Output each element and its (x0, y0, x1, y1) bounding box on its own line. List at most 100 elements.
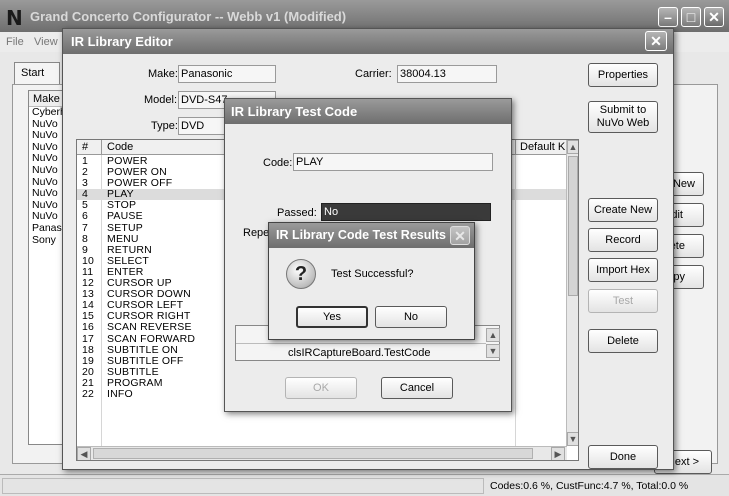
results-title: IR Library Code Test Results (276, 228, 446, 242)
scroll-down-button[interactable]: ▼ (567, 432, 578, 446)
no-button-label: No (403, 310, 419, 323)
hscroll-thumb[interactable] (93, 448, 533, 459)
maximize-button[interactable]: □ (681, 7, 701, 27)
import-hex-button-label: Import Hex (596, 263, 650, 276)
code-table-hscroll[interactable]: ◀ ▶ (77, 446, 567, 460)
status-pane-left (2, 478, 484, 494)
submit-button-line2: NuVo Web (596, 117, 650, 129)
editor-close-button[interactable]: ✕ (645, 31, 667, 51)
carrier-field[interactable]: 38004.13 (397, 65, 497, 83)
code-row-number: 16 (82, 321, 95, 334)
test-button-label: Test (612, 294, 634, 307)
code-row-number: 6 (82, 210, 89, 223)
main-window-title: Grand Concerto Configurator -- Webb v1 (… (30, 9, 347, 24)
make-label: Make: (148, 68, 178, 80)
code-row-number: 7 (82, 221, 89, 234)
scroll-thumb[interactable] (568, 156, 578, 296)
delete-button[interactable]: Delete (588, 329, 658, 353)
yes-button[interactable]: Yes (296, 306, 368, 328)
scroll-up-button[interactable]: ▲ (567, 140, 578, 154)
code-row-name: INFO (107, 387, 133, 400)
passed-field: No (321, 203, 491, 221)
question-glyph: ? (294, 263, 308, 285)
no-button[interactable]: No (375, 306, 447, 328)
tab-start-label: Start (21, 67, 45, 79)
code-row-name: SUBTITLE ON (107, 343, 179, 356)
scroll-down-icon: ▼ (488, 346, 498, 356)
listbox-scroll-up[interactable]: ▲ (486, 328, 500, 342)
question-icon: ? (286, 259, 316, 289)
scroll-left-icon: ◀ (80, 449, 88, 459)
tab-start[interactable]: Start (14, 62, 60, 84)
yes-button-label: Yes (323, 310, 341, 323)
make-header-label: Make (33, 93, 60, 105)
menu-view[interactable]: View (34, 36, 58, 48)
record-button-label: Record (605, 233, 641, 246)
close-icon: ✕ (454, 228, 466, 244)
make-field[interactable]: Panasonic (178, 65, 276, 83)
delete-button-label: Delete (607, 334, 639, 347)
code-field[interactable]: PLAY (293, 153, 493, 171)
code-row-name: SETUP (107, 221, 144, 234)
scroll-up-icon: ▲ (568, 142, 578, 152)
results-close-button[interactable]: ✕ (450, 226, 470, 245)
create-new-button-label: Create New (593, 203, 653, 216)
close-icon: ✕ (708, 9, 720, 25)
editor-title: IR Library Editor (71, 34, 173, 49)
ok-button-label: OK (313, 381, 329, 394)
results-message: Test Successful? (331, 268, 414, 280)
code-row-name: SCAN REVERSE (107, 321, 192, 334)
scroll-right-button[interactable]: ▶ (551, 447, 565, 460)
main-close-button[interactable]: ✕ (704, 7, 724, 27)
test-code-titlebar: IR Library Test Code (225, 99, 511, 124)
scroll-right-icon: ▶ (554, 449, 562, 459)
properties-button[interactable]: Properties (588, 63, 658, 87)
test-code-title: IR Library Test Code (231, 104, 358, 119)
type-label: Type: (151, 120, 178, 132)
minimize-button[interactable]: – (658, 7, 678, 27)
minimize-icon: – (664, 9, 672, 25)
test-button[interactable]: Test (588, 289, 658, 313)
maximize-icon: □ (686, 9, 696, 25)
menu-file[interactable]: File (6, 36, 24, 48)
passed-label: Passed: (277, 207, 317, 219)
cancel-button[interactable]: Cancel (381, 377, 453, 399)
code-row-name: MENU (107, 232, 139, 245)
code-row-name: PAUSE (107, 210, 143, 223)
code-table-vscroll[interactable]: ▲ ▼ (566, 140, 578, 446)
ok-button[interactable]: OK (285, 377, 357, 399)
editor-titlebar: IR Library Editor ✕ (63, 29, 673, 54)
status-bar: Codes:0.6 %, CustFunc:4.7 %, Total:0.0 % (0, 474, 729, 496)
close-icon: ✕ (650, 33, 662, 49)
test-results-dialog: IR Library Code Test Results ✕ ? Test Su… (268, 222, 475, 340)
done-button[interactable]: Done (588, 445, 658, 469)
col-default-header: Default K (520, 141, 566, 153)
cancel-button-label: Cancel (399, 381, 435, 394)
scroll-left-button[interactable]: ◀ (77, 447, 91, 460)
import-hex-button[interactable]: Import Hex (588, 258, 658, 282)
model-label: Model: (144, 94, 178, 106)
results-titlebar: IR Library Code Test Results ✕ (269, 223, 474, 248)
col-divider (101, 140, 102, 155)
code-label: Code: (263, 157, 293, 169)
properties-button-label: Properties (597, 68, 649, 81)
create-new-button[interactable]: Create New (588, 198, 658, 222)
scroll-down-icon: ▼ (568, 434, 578, 444)
status-text: Codes:0.6 %, CustFunc:4.7 %, Total:0.0 % (490, 480, 689, 492)
carrier-label: Carrier: (355, 68, 392, 80)
scroll-up-icon: ▲ (488, 330, 498, 340)
listbox-scroll-down[interactable]: ▼ (486, 344, 500, 358)
code-row-number: 18 (82, 343, 95, 356)
code-row-name: SCAN FORWARD (107, 332, 196, 345)
code-row-number: 8 (82, 232, 89, 245)
done-button-label: Done (609, 450, 637, 463)
submit-button-line1: Submit to (599, 104, 647, 116)
submit-nuvo-web-button[interactable]: Submit to NuVo Web (588, 101, 658, 133)
listbox-item[interactable]: clsIRCaptureBoard.TestCode (288, 347, 430, 359)
repeat-label: Repe (243, 227, 270, 239)
record-button[interactable]: Record (588, 228, 658, 252)
app-logo: N (6, 6, 23, 30)
col-divider (515, 140, 516, 155)
code-row-number: 17 (82, 332, 95, 345)
code-row-number: 22 (82, 387, 95, 400)
